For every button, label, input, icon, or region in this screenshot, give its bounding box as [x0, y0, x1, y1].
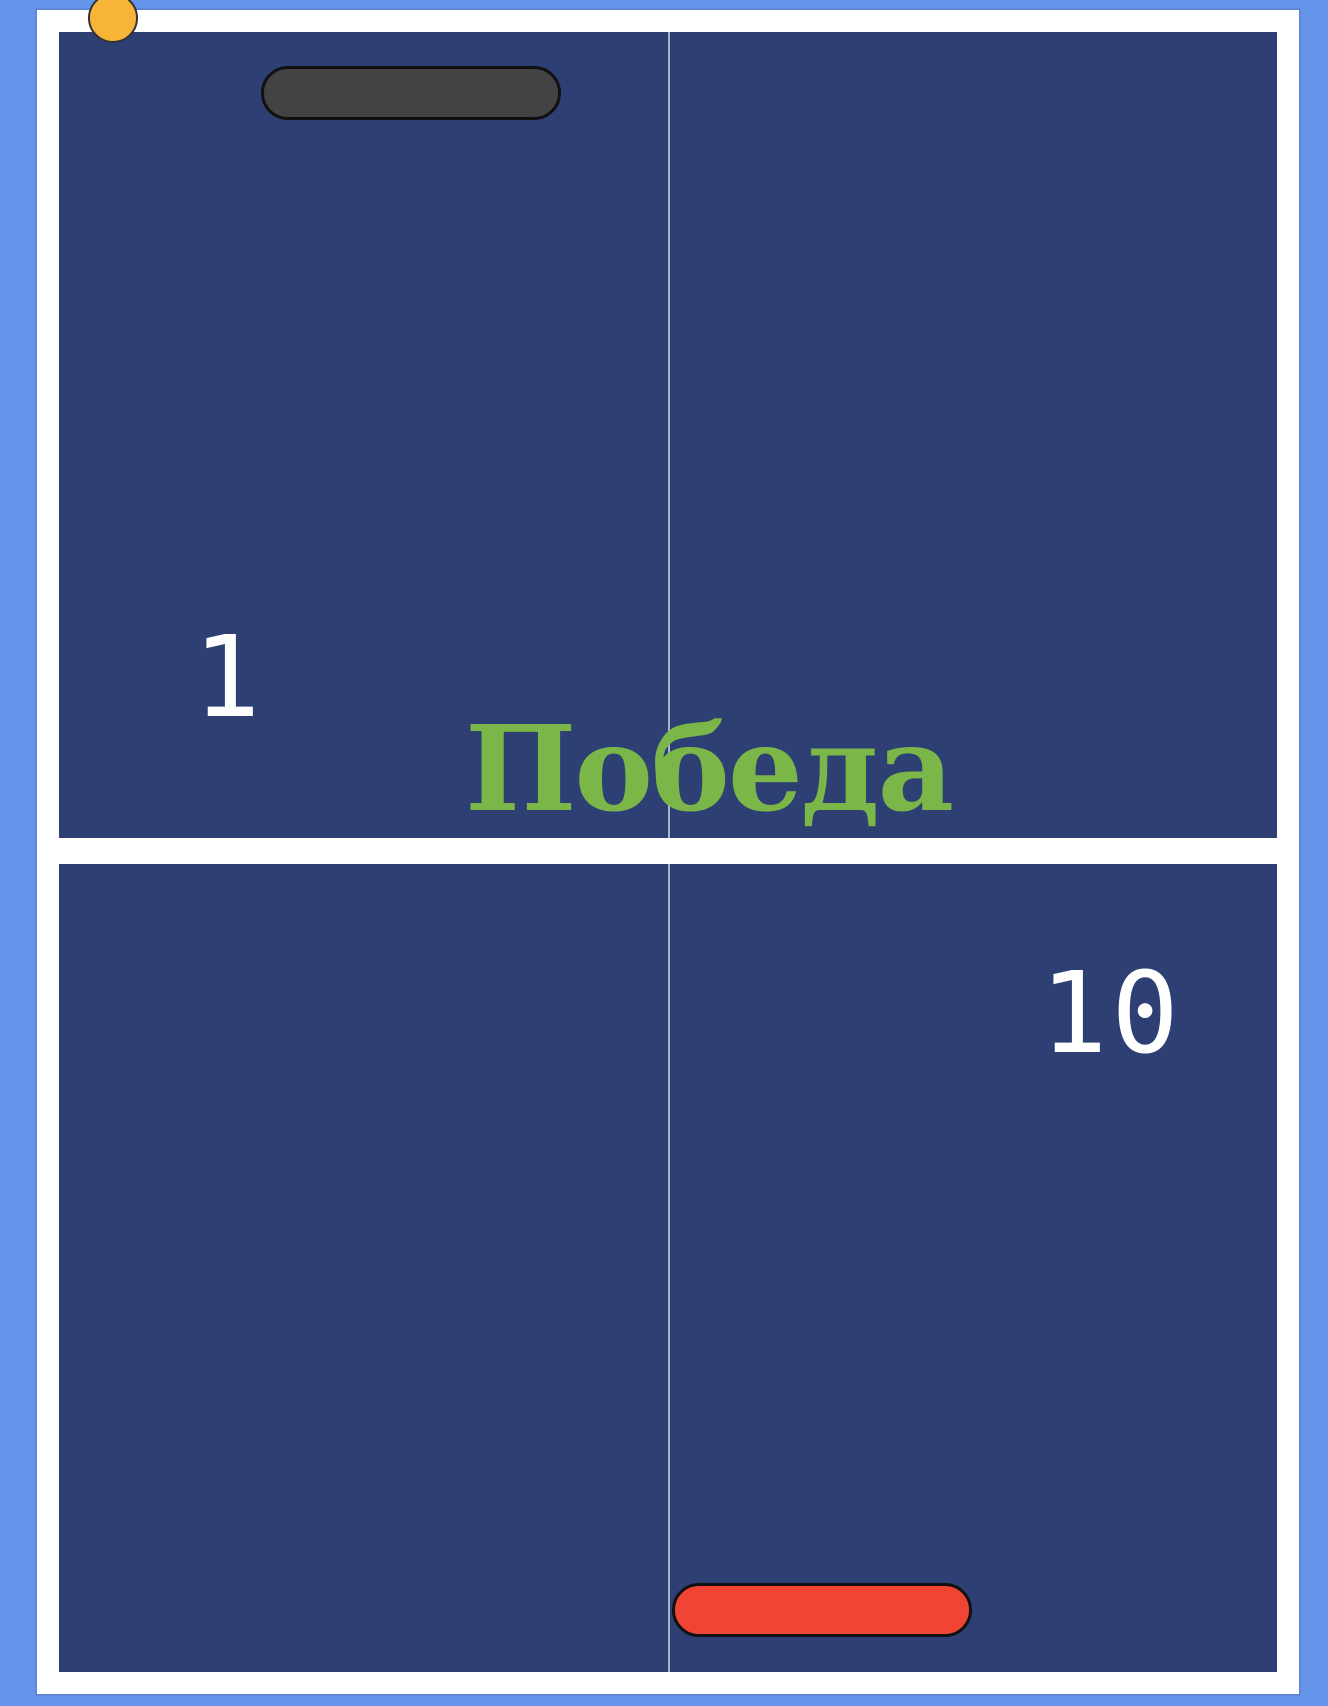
- player-paddle[interactable]: [672, 1583, 972, 1637]
- score-bottom: 10: [1040, 949, 1183, 1079]
- opponent-paddle: [261, 66, 561, 120]
- score-top: 1: [193, 613, 261, 743]
- net-line: [59, 838, 1277, 864]
- game-screen: { "game": { "score_top": "1", "score_bot…: [0, 0, 1328, 1706]
- victory-message: Победа: [465, 699, 954, 838]
